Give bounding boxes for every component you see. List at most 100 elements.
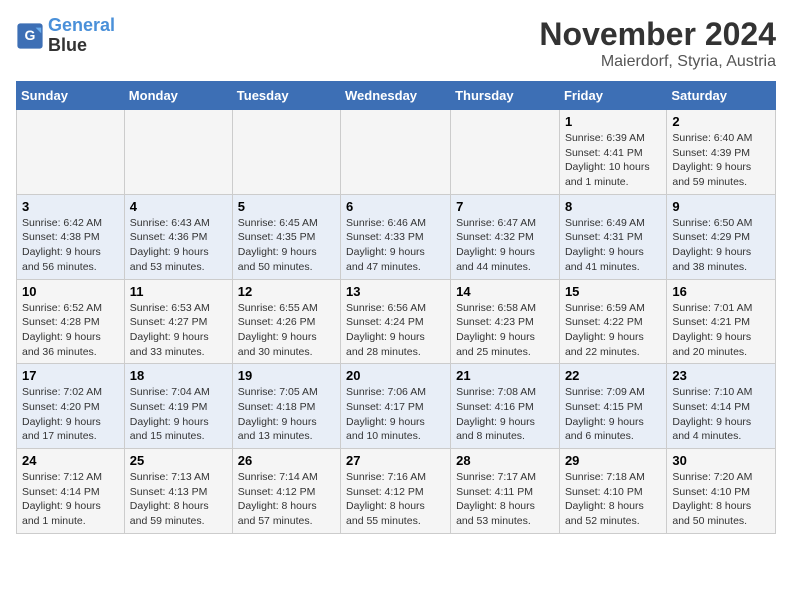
- day-info: Sunrise: 7:14 AM Sunset: 4:12 PM Dayligh…: [238, 470, 335, 529]
- day-number: 17: [22, 368, 119, 383]
- calendar-week-row: 17Sunrise: 7:02 AM Sunset: 4:20 PM Dayli…: [17, 364, 776, 449]
- calendar-cell: 5 Sunrise: 6:45 AM Sunset: 4:35 PM Daylig…: [232, 194, 340, 279]
- day-number: 3: [22, 199, 119, 214]
- day-number: 20: [346, 368, 445, 383]
- weekday-header-tuesday: Tuesday: [232, 82, 340, 110]
- day-number: 27: [346, 453, 445, 468]
- weekday-header-saturday: Saturday: [667, 82, 776, 110]
- day-info: Sunrise: 7:09 AM Sunset: 4:15 PM Dayligh…: [565, 385, 661, 444]
- logo-text: General Blue: [48, 16, 115, 56]
- day-info: Sunrise: 7:05 AM Sunset: 4:18 PM Dayligh…: [238, 385, 335, 444]
- day-number: 8: [565, 199, 661, 214]
- month-title: November 2024: [539, 16, 776, 53]
- calendar-cell: 19Sunrise: 7:05 AM Sunset: 4:18 PM Dayli…: [232, 364, 340, 449]
- calendar-cell: [232, 110, 340, 195]
- day-info: Sunrise: 7:04 AM Sunset: 4:19 PM Dayligh…: [130, 385, 227, 444]
- day-number: 4: [130, 199, 227, 214]
- day-number: 9: [672, 199, 770, 214]
- day-number: 23: [672, 368, 770, 383]
- calendar-cell: 1 Sunrise: 6:39 AM Sunset: 4:41 PM Daylig…: [559, 110, 666, 195]
- day-info: Sunrise: 6:49 AM Sunset: 4:31 PM Dayligh…: [565, 216, 661, 275]
- calendar-week-row: 3 Sunrise: 6:42 AM Sunset: 4:38 PM Daylig…: [17, 194, 776, 279]
- day-info: Sunrise: 6:55 AM Sunset: 4:26 PM Dayligh…: [238, 301, 335, 360]
- day-info: Sunrise: 7:06 AM Sunset: 4:17 PM Dayligh…: [346, 385, 445, 444]
- day-number: 14: [456, 284, 554, 299]
- day-number: 21: [456, 368, 554, 383]
- day-info: Sunrise: 7:17 AM Sunset: 4:11 PM Dayligh…: [456, 470, 554, 529]
- calendar-week-row: 1 Sunrise: 6:39 AM Sunset: 4:41 PM Daylig…: [17, 110, 776, 195]
- calendar-cell: 12 Sunrise: 6:55 AM Sunset: 4:26 PM Dayli…: [232, 279, 340, 364]
- calendar-week-row: 10 Sunrise: 6:52 AM Sunset: 4:28 PM Dayli…: [17, 279, 776, 364]
- calendar-cell: 28 Sunrise: 7:17 AM Sunset: 4:11 PM Dayli…: [451, 449, 560, 534]
- weekday-header-monday: Monday: [124, 82, 232, 110]
- calendar-cell: [124, 110, 232, 195]
- day-info: Sunrise: 7:16 AM Sunset: 4:12 PM Dayligh…: [346, 470, 445, 529]
- calendar-cell: 4 Sunrise: 6:43 AM Sunset: 4:36 PM Daylig…: [124, 194, 232, 279]
- calendar-cell: 8 Sunrise: 6:49 AM Sunset: 4:31 PM Daylig…: [559, 194, 666, 279]
- calendar-cell: 6Sunrise: 6:46 AM Sunset: 4:33 PM Daylig…: [341, 194, 451, 279]
- day-number: 30: [672, 453, 770, 468]
- day-info: Sunrise: 6:50 AM Sunset: 4:29 PM Dayligh…: [672, 216, 770, 275]
- weekday-header-thursday: Thursday: [451, 82, 560, 110]
- day-number: 7: [456, 199, 554, 214]
- day-number: 24: [22, 453, 119, 468]
- day-number: 26: [238, 453, 335, 468]
- day-info: Sunrise: 7:18 AM Sunset: 4:10 PM Dayligh…: [565, 470, 661, 529]
- day-info: Sunrise: 6:56 AM Sunset: 4:24 PM Dayligh…: [346, 301, 445, 360]
- day-number: 1: [565, 114, 661, 129]
- calendar-week-row: 24 Sunrise: 7:12 AM Sunset: 4:14 PM Dayli…: [17, 449, 776, 534]
- day-number: 12: [238, 284, 335, 299]
- day-info: Sunrise: 6:39 AM Sunset: 4:41 PM Dayligh…: [565, 131, 661, 190]
- day-number: 2: [672, 114, 770, 129]
- day-number: 18: [130, 368, 227, 383]
- day-info: Sunrise: 6:46 AM Sunset: 4:33 PM Dayligh…: [346, 216, 445, 275]
- calendar-cell: 14Sunrise: 6:58 AM Sunset: 4:23 PM Dayli…: [451, 279, 560, 364]
- day-info: Sunrise: 6:52 AM Sunset: 4:28 PM Dayligh…: [22, 301, 119, 360]
- location-title: Maierdorf, Styria, Austria: [539, 53, 776, 71]
- day-number: 5: [238, 199, 335, 214]
- day-info: Sunrise: 6:42 AM Sunset: 4:38 PM Dayligh…: [22, 216, 119, 275]
- day-number: 25: [130, 453, 227, 468]
- calendar-cell: 27 Sunrise: 7:16 AM Sunset: 4:12 PM Dayli…: [341, 449, 451, 534]
- day-info: Sunrise: 6:40 AM Sunset: 4:39 PM Dayligh…: [672, 131, 770, 190]
- svg-text:G: G: [25, 27, 36, 43]
- calendar-cell: 24 Sunrise: 7:12 AM Sunset: 4:14 PM Dayli…: [17, 449, 125, 534]
- calendar-cell: 22 Sunrise: 7:09 AM Sunset: 4:15 PM Dayli…: [559, 364, 666, 449]
- weekday-header-wednesday: Wednesday: [341, 82, 451, 110]
- day-number: 10: [22, 284, 119, 299]
- calendar-cell: [17, 110, 125, 195]
- day-info: Sunrise: 6:43 AM Sunset: 4:36 PM Dayligh…: [130, 216, 227, 275]
- day-number: 15: [565, 284, 661, 299]
- day-info: Sunrise: 7:10 AM Sunset: 4:14 PM Dayligh…: [672, 385, 770, 444]
- day-number: 13: [346, 284, 445, 299]
- day-info: Sunrise: 7:20 AM Sunset: 4:10 PM Dayligh…: [672, 470, 770, 529]
- calendar-cell: 11 Sunrise: 6:53 AM Sunset: 4:27 PM Dayli…: [124, 279, 232, 364]
- day-info: Sunrise: 6:53 AM Sunset: 4:27 PM Dayligh…: [130, 301, 227, 360]
- calendar-cell: 3 Sunrise: 6:42 AM Sunset: 4:38 PM Daylig…: [17, 194, 125, 279]
- day-info: Sunrise: 7:13 AM Sunset: 4:13 PM Dayligh…: [130, 470, 227, 529]
- day-number: 16: [672, 284, 770, 299]
- day-number: 28: [456, 453, 554, 468]
- day-number: 11: [130, 284, 227, 299]
- day-info: Sunrise: 7:12 AM Sunset: 4:14 PM Dayligh…: [22, 470, 119, 529]
- day-number: 22: [565, 368, 661, 383]
- calendar-cell: 13 Sunrise: 6:56 AM Sunset: 4:24 PM Dayli…: [341, 279, 451, 364]
- calendar-cell: 25 Sunrise: 7:13 AM Sunset: 4:13 PM Dayli…: [124, 449, 232, 534]
- logo-icon: G: [16, 22, 44, 50]
- day-info: Sunrise: 6:45 AM Sunset: 4:35 PM Dayligh…: [238, 216, 335, 275]
- day-info: Sunrise: 7:08 AM Sunset: 4:16 PM Dayligh…: [456, 385, 554, 444]
- day-number: 29: [565, 453, 661, 468]
- calendar-cell: 9 Sunrise: 6:50 AM Sunset: 4:29 PM Daylig…: [667, 194, 776, 279]
- calendar-table: SundayMondayTuesdayWednesdayThursdayFrid…: [16, 81, 776, 534]
- calendar-cell: 7Sunrise: 6:47 AM Sunset: 4:32 PM Daylig…: [451, 194, 560, 279]
- weekday-header-sunday: Sunday: [17, 82, 125, 110]
- calendar-cell: 10 Sunrise: 6:52 AM Sunset: 4:28 PM Dayli…: [17, 279, 125, 364]
- day-info: Sunrise: 7:01 AM Sunset: 4:21 PM Dayligh…: [672, 301, 770, 360]
- calendar-cell: [451, 110, 560, 195]
- calendar-cell: 23 Sunrise: 7:10 AM Sunset: 4:14 PM Dayli…: [667, 364, 776, 449]
- page-header: G General Blue November 2024 Maierdorf, …: [16, 16, 776, 71]
- calendar-cell: 17Sunrise: 7:02 AM Sunset: 4:20 PM Dayli…: [17, 364, 125, 449]
- logo: G General Blue: [16, 16, 115, 56]
- title-section: November 2024 Maierdorf, Styria, Austria: [539, 16, 776, 71]
- calendar-cell: 18 Sunrise: 7:04 AM Sunset: 4:19 PM Dayli…: [124, 364, 232, 449]
